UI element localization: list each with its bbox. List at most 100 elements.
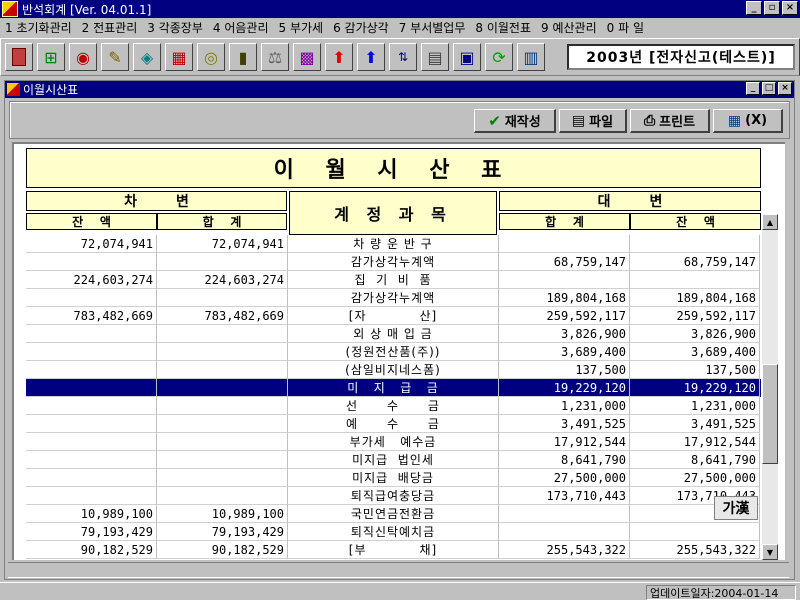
menu-budget[interactable]: 9 예산관리 (536, 19, 602, 36)
ime-indicator[interactable]: 가漢 (714, 496, 758, 520)
balance-icon[interactable]: ⚖ (261, 43, 289, 71)
tag-icon[interactable]: ◈ (133, 43, 161, 71)
credit-balance-cell: 137,500 (630, 361, 760, 379)
account-name-cell: 감가상각누계액 (288, 253, 499, 271)
coin-icon[interactable]: ◎ (197, 43, 225, 71)
arrow-up-blue-icon[interactable]: ⬆ (357, 43, 385, 71)
table-row[interactable]: 외 상 매 입 금 3,826,900 3,826,900 (26, 325, 761, 343)
report-icon[interactable]: ▥ (517, 43, 545, 71)
printer-icon: ⎙ (643, 112, 656, 129)
close-button[interactable]: × (782, 1, 798, 15)
debit-balance-cell (26, 379, 157, 397)
menu-initialize[interactable]: 1 초기화관리 (0, 19, 77, 36)
debit-balance-header: 잔 액 (26, 213, 157, 230)
child-window-controls: _ □ × (746, 82, 792, 95)
table-row[interactable]: 퇴직급여충당금173,710,443173,710,443 (26, 487, 761, 505)
calculator-icon[interactable]: ▤ (421, 43, 449, 71)
debit-balance-cell (26, 397, 157, 415)
debit-total-cell (157, 469, 288, 487)
credit-balance-cell: 255,543,322 (630, 541, 760, 559)
debit-header: 차 변 (26, 191, 287, 211)
table-row[interactable]: (삼일비지네스폼) 137,500 137,500 (26, 361, 761, 379)
grid-icon[interactable]: ▩ (293, 43, 321, 71)
table-row[interactable]: 선 수 금 1,231,000 1,231,000 (26, 397, 761, 415)
child-restore-button[interactable]: □ (762, 82, 776, 95)
debit-total-cell (157, 289, 288, 307)
debit-total-cell (157, 361, 288, 379)
menu-ledgers[interactable]: 3 각종장부 (142, 19, 208, 36)
book-icon[interactable]: ▮ (229, 43, 257, 71)
account-name-cell: 국민연금전환금 (288, 505, 499, 523)
menu-file[interactable]: 0 파 일 (602, 19, 649, 36)
debit-balance-cell (26, 343, 157, 361)
vertical-scrollbar[interactable]: ▲ ▼ (762, 214, 778, 560)
refresh-icon[interactable]: ⟳ (485, 43, 513, 71)
account-header: 계 정 과 목 (289, 191, 497, 235)
menu-bills[interactable]: 4 어음관리 (208, 19, 274, 36)
credit-balance-cell: 3,689,400 (630, 343, 760, 361)
pencil-icon[interactable]: ✎ (101, 43, 129, 71)
file-button[interactable]: ▤ 파일 (559, 109, 627, 133)
menu-carryover[interactable]: 8 이월전표 (470, 19, 536, 36)
credit-balance-cell: 17,912,544 (630, 433, 760, 451)
window-controls: _ ▫ × (746, 1, 798, 15)
file-label: 파일 (589, 115, 614, 130)
debit-balance-cell: 783,482,669 (26, 307, 157, 325)
print-preview-icon[interactable]: ▣ (453, 43, 481, 71)
scroll-down-button[interactable]: ▼ (762, 544, 778, 560)
update-date-status: 업데이트일자:2004-01-14 (646, 585, 796, 600)
table-row[interactable]: 10,989,100 10,989,100 국민연금전환금 (26, 505, 761, 523)
arrow-up-red-icon[interactable]: ⬆ (325, 43, 353, 71)
account-name-cell: 미지급 배당금 (288, 469, 499, 487)
floppy-icon: ▤ (571, 112, 586, 129)
table-row[interactable]: 감가상각누계액 68,759,147 68,759,147 (26, 253, 761, 271)
table-row[interactable]: 감가상각누계액 189,804,168 189,804,168 (26, 289, 761, 307)
credit-balance-cell: 19,229,120 (630, 379, 760, 397)
table-row[interactable]: 부가세 예수금 17,912,544 17,912,544 (26, 433, 761, 451)
account-name-cell: (정원전산품(주)) (288, 343, 499, 361)
credit-balance-cell: 68,759,147 (630, 253, 760, 271)
debit-total-cell (157, 451, 288, 469)
account-name-cell: [부 채] (288, 541, 499, 559)
table-row[interactable]: 예 수 금 3,491,525 3,491,525 (26, 415, 761, 433)
menu-voucher[interactable]: 2 전표관리 (77, 19, 143, 36)
debit-balance-cell: 90,182,529 (26, 541, 157, 559)
sort-icon[interactable]: ⇅ (389, 43, 417, 71)
table-row[interactable]: (정원전산품(주)) 3,689,400 3,689,400 (26, 343, 761, 361)
debit-total-cell (157, 253, 288, 271)
check-icon: ✔ (488, 111, 501, 130)
table-row[interactable]: 90,182,529 90,182,529 [부 채] 255,543,322 255,… (26, 541, 761, 559)
minimize-button[interactable]: _ (746, 1, 762, 15)
restore-button[interactable]: ▫ (764, 1, 780, 15)
print-button[interactable]: ⎙ 프린트 (630, 109, 710, 133)
table-row[interactable]: 72,074,941 72,074,941 차 량 운 반 구 (26, 235, 761, 253)
credit-total-cell: 68,759,147 (499, 253, 630, 271)
credit-total-header: 합 계 (499, 213, 630, 230)
table-row[interactable]: 미지급 법인세 8,641,790 8,641,790 (26, 451, 761, 469)
debit-balance-cell: 79,193,429 (26, 523, 157, 541)
debit-total-cell: 72,074,941 (157, 235, 288, 253)
child-close-button[interactable]: × (778, 82, 792, 95)
scroll-thumb[interactable] (762, 364, 778, 464)
table-row[interactable]: 783,482,669 783,482,669 [자 산] 259,592,117 25… (26, 307, 761, 325)
child-minimize-button[interactable]: _ (746, 82, 760, 95)
menu-department[interactable]: 7 부서별업무 (394, 19, 471, 36)
abacus-icon[interactable]: ▦ (165, 43, 193, 71)
exit-icon[interactable] (5, 43, 33, 71)
debit-total-cell (157, 397, 288, 415)
debit-total-cell: 79,193,429 (157, 523, 288, 541)
menu-depreciation[interactable]: 6 감가상각 (328, 19, 394, 36)
rebuild-button[interactable]: ✔ 재작성 (474, 109, 556, 133)
table-row[interactable]: 미 지 급 금 19,229,120 19,229,120 (26, 379, 761, 397)
exit-button[interactable]: ▦ (X) (713, 109, 783, 133)
scroll-up-button[interactable]: ▲ (762, 214, 778, 230)
globe-icon[interactable]: ◉ (69, 43, 97, 71)
table-row[interactable]: 224,603,274 224,603,274 집 기 비 품 (26, 271, 761, 289)
tree-icon[interactable]: ⊞ (37, 43, 65, 71)
table-row[interactable]: 79,193,429 79,193,429 퇴직신탁예치금 (26, 523, 761, 541)
debit-total-cell: 10,989,100 (157, 505, 288, 523)
table-row[interactable]: 미지급 배당금 27,500,000 27,500,000 (26, 469, 761, 487)
credit-total-cell: 173,710,443 (499, 487, 630, 505)
menu-vat[interactable]: 5 부가세 (274, 19, 329, 36)
status-bar: 업데이트일자:2004-01-14 (0, 582, 800, 600)
